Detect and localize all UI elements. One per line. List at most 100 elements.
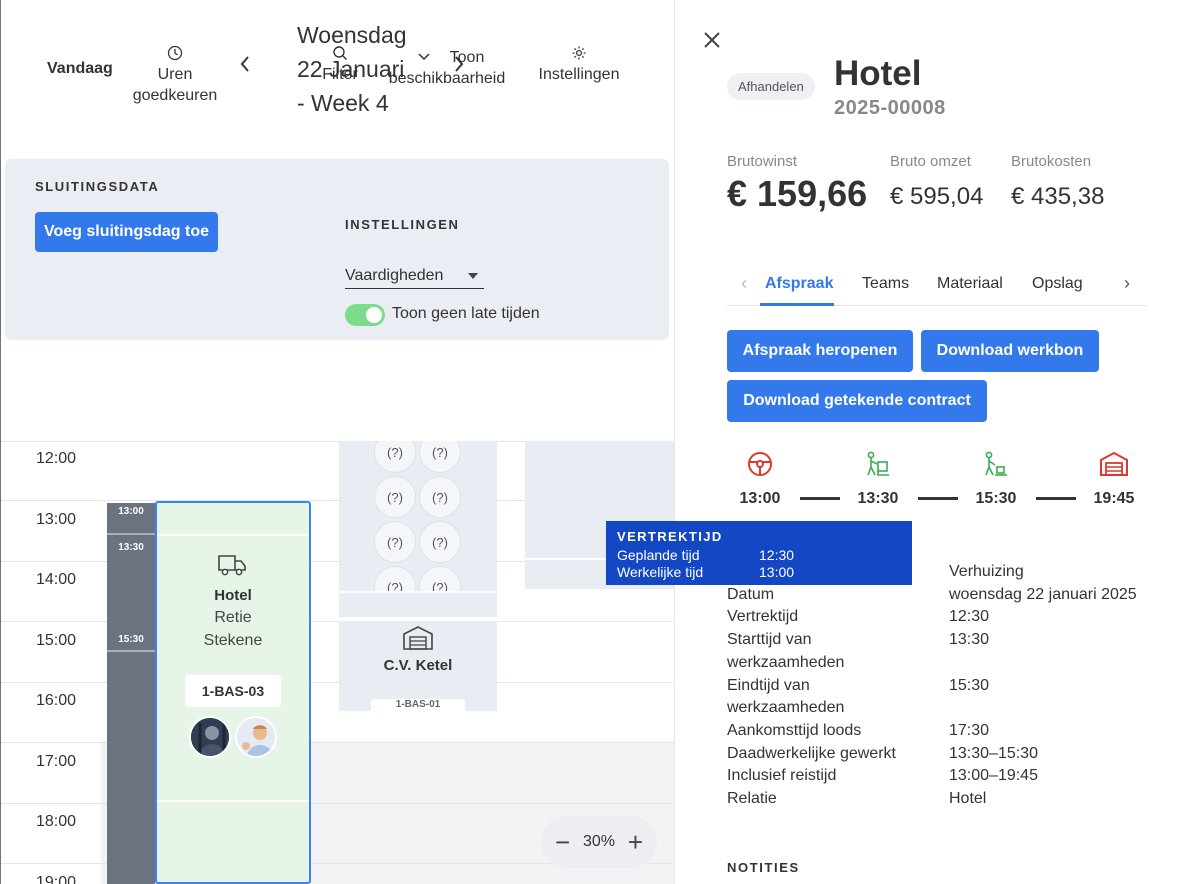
step-time: 19:45 [1093,490,1135,507]
clock-icon [131,45,219,64]
worker-loading-icon [845,448,911,480]
approve-hours-button[interactable]: Uren goedkeuren [131,45,219,106]
step-time: 13:30 [857,490,899,507]
hour-label: 14:00 [36,571,77,588]
settings-button[interactable]: Instellingen [537,45,621,85]
step-connector [800,497,840,500]
hour-label: 17:00 [36,753,77,770]
close-button[interactable] [703,28,721,52]
chevron-left-icon [240,56,249,72]
step-end-work: 15:30 [963,448,1029,508]
appointment-number: 2025-00008 [834,97,946,119]
detail-row: Aankomsttijd loods 17:30 [727,720,1167,743]
tabs-next-button[interactable]: › [1124,273,1130,294]
truck-icon [217,553,247,582]
step-time: 13:00 [739,490,781,507]
unknown-skill-icon[interactable]: (?) [374,476,416,518]
detail-row: werkzaamheden [727,652,1167,675]
appointment-location-to: Stekene [203,632,263,649]
detail-row: Datum woensdag 22 januari 2025 [727,584,1167,607]
detail-value: Verhuizing [949,563,1024,580]
hide-late-times-label: Toon geen late tijden [392,305,540,322]
search-icon [319,45,361,64]
zoom-level: 30% [582,833,616,850]
filter-label: Filter [322,66,358,83]
download-workorder-button[interactable]: Download werkbon [921,330,1099,372]
gross-revenue-value: € 595,04 [890,183,984,210]
calendar-block [339,591,497,619]
tab-material[interactable]: Materiaal [937,275,1003,293]
status-badge: Afhandelen [727,73,815,100]
day-grid: 12:00 13:00 14:00 15:00 16:00 17:00 18:0… [1,441,674,884]
step-arrival: 19:45 [1081,448,1147,508]
skills-column: (?) (?) (?) (?) (?) (?) (?) (?) [339,441,497,591]
hotel-appointment-card[interactable]: Hotel Retie Stekene 1-BAS-03 [155,501,311,884]
hour-label: 18:00 [36,813,77,830]
tooltip-actual-label: Werkelijke tijd [617,564,704,580]
timeline-time: 13:00 [118,506,144,517]
closing-dates-panel: SLUITINGSDATA Voeg sluitingsdag toe INST… [5,159,669,340]
add-closing-day-button[interactable]: Voeg sluitingsdag toe [35,212,218,252]
step-departure: 13:00 [727,448,793,508]
gross-profit-label: Brutowinst [727,153,798,170]
step-connector [1036,497,1076,500]
detail-row: Relatie Hotel [727,788,1167,811]
timeline-divider [107,650,155,652]
timeline-time: 15:30 [118,634,144,645]
appointment-steps: 13:00 13:30 15:30 19:45 [727,448,1147,518]
detail-row: Vertrektijd 12:30 [727,606,1167,629]
timeline-divider [107,533,155,535]
tabs-prev-button[interactable]: ‹ [741,273,747,294]
previous-day-button[interactable] [239,55,251,76]
unknown-skill-icon[interactable]: (?) [419,566,461,591]
vehicle-plate: 1-BAS-01 [371,699,465,715]
settings-label: Instellingen [538,66,620,83]
detail-row: Starttijd van 13:30 [727,629,1167,652]
card-divider [157,800,309,802]
today-button[interactable]: Vandaag [47,58,113,79]
show-availability-button[interactable]: Toon beschikbaarheid [385,45,509,87]
warehouse-icon [1081,448,1147,480]
detail-key: Inclusief reistijd [727,767,837,785]
unknown-skill-icon[interactable]: (?) [374,521,416,563]
cv-ketel-appointment-card[interactable]: C.V. Ketel 1-BAS-01 [339,621,497,715]
show-availability-label: Toon beschikbaarheid [388,49,506,87]
avatar[interactable] [189,716,231,758]
avatar[interactable] [235,716,277,758]
tab-appointment[interactable]: Afspraak [765,275,833,293]
unknown-skill-icon[interactable]: (?) [374,566,416,591]
approve-hours-label: Uren goedkeuren [132,66,218,104]
skills-select[interactable]: Vaardigheden [345,267,484,289]
tooltip-planned-value: 12:30 [759,547,795,563]
card-divider [157,534,309,536]
vehicle-plate: 1-BAS-03 [185,675,281,707]
step-connector [918,497,958,500]
unknown-skill-icon[interactable]: (?) [419,521,461,563]
unknown-skill-icon[interactable]: (?) [419,476,461,518]
hide-late-times-toggle[interactable] [345,304,385,326]
detail-tabs: ‹ Afspraak Teams Materiaal Opslag › [727,262,1147,306]
tooltip-planned-label: Geplande tijd [617,547,700,563]
appointment-details: Verhuizing Datum woensdag 22 januari 2025… [727,561,1167,811]
detail-key: Relatie [727,790,777,808]
unknown-skill-icon[interactable]: (?) [419,441,461,473]
zoom-out-button[interactable]: − [555,829,570,855]
filter-button[interactable]: Filter [319,45,361,85]
detail-value: 17:30 [949,721,990,739]
grid-line [1,621,674,622]
tab-storage[interactable]: Opslag [1032,275,1083,293]
grid-line [1,682,674,683]
appointment-title: C.V. Ketel [383,657,453,674]
detail-key: Datum [727,585,775,603]
detail-value: 13:00–19:45 [949,767,1038,785]
tooltip-title: VERTREKTIJD [617,529,723,544]
calendar-view: Vandaag Uren goedkeuren Woensdag 22 Janu… [0,0,674,884]
settings-heading: INSTELLINGEN [345,217,460,232]
zoom-in-button[interactable]: + [628,829,643,855]
tab-teams[interactable]: Teams [862,275,909,293]
reopen-appointment-button[interactable]: Afspraak heropenen [727,330,913,372]
unknown-skill-icon[interactable]: (?) [374,441,416,473]
download-signed-contract-button[interactable]: Download getekende contract [727,380,987,422]
gross-revenue-label: Bruto omzet [890,153,971,170]
calendar-toolbar: Vandaag Uren goedkeuren Woensdag 22 Janu… [1,0,674,130]
